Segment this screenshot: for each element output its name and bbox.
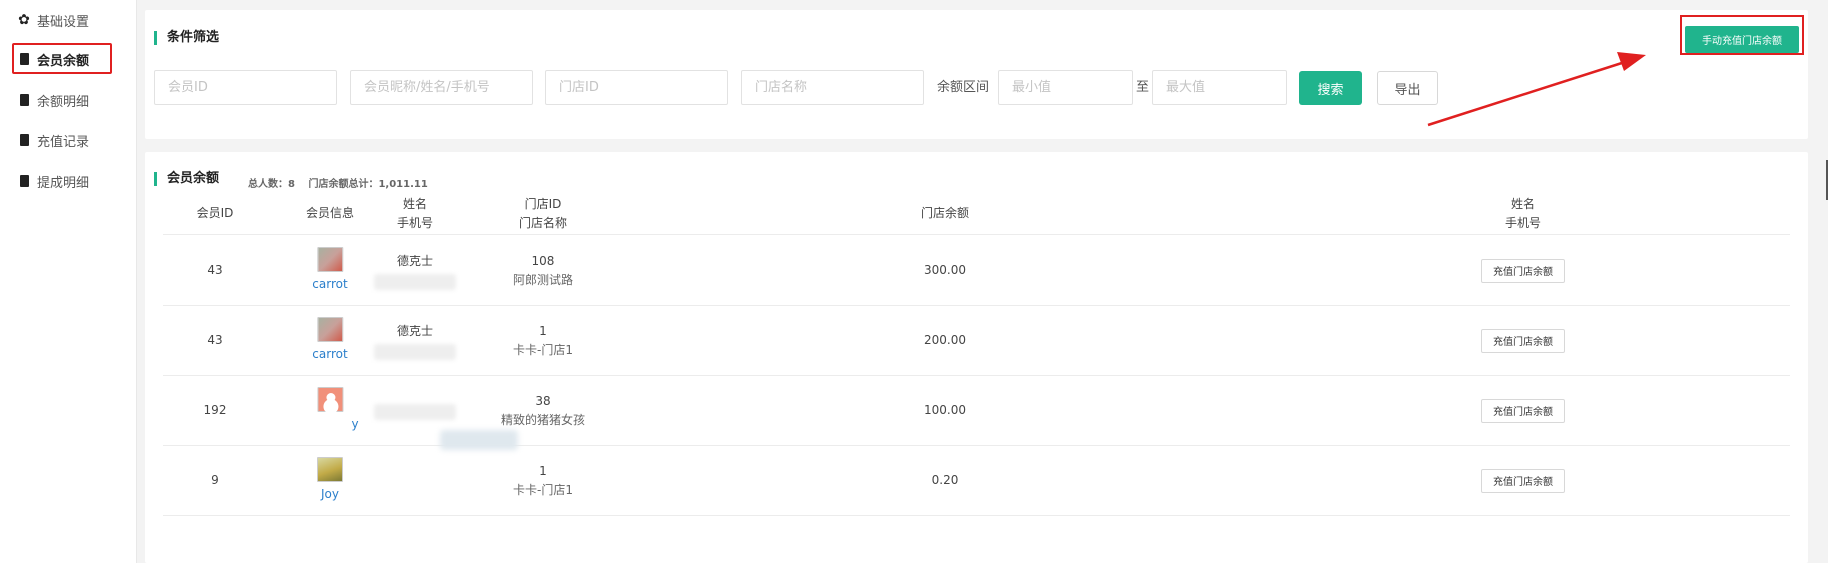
username-link[interactable]: Joy [321,485,339,504]
member-info-cell: Joy [317,446,343,515]
username-link[interactable]: carrot [312,275,347,294]
store-id-input[interactable] [545,70,728,105]
col-action: 姓名 手机号 [1504,196,1542,230]
table-row: 9 Joy 1 卡卡-门店1 0.20 充值门店余额 [163,446,1790,516]
table-header: 会员ID 会员信息 姓名 手机号 门店ID 门店名称 门店余额 姓名 手机号 [163,192,1790,235]
member-id-input[interactable] [154,70,337,105]
store-cell: 1 卡卡-门店1 [513,306,573,375]
sidebar-item-basic-settings[interactable]: ✿ 基础设置 [0,2,137,38]
balance-cell: 0.20 [931,473,959,487]
recharge-store-balance-button[interactable]: 充值门店余额 [1481,328,1565,353]
action-cell: 充值门店余额 [1481,236,1565,305]
action-cell: 充值门店余额 [1481,306,1565,375]
recharge-store-balance-button[interactable]: 充值门店余额 [1481,468,1565,493]
store-name: 卡卡-门店1 [513,482,573,497]
store-cell: 1 卡卡-门店1 [513,446,573,515]
list-title: 会员余额 [154,172,219,186]
col-store-balance: 门店余额 [920,206,970,220]
store-cell: 108 阿郎测试路 [513,236,573,305]
username-link[interactable]: carrot [312,345,347,364]
action-cell: 充值门店余额 [1481,376,1565,445]
sidebar-item-label: 会员余额 [37,53,90,69]
total-balance: 门店余额总计：1,011.11 [308,179,428,190]
filter-title: 条件筛选 [154,31,219,45]
sidebar-item-member-balance[interactable]: 会员余额 [0,41,137,77]
avatar [316,387,343,412]
name-phone-cell: 德克士 [374,306,456,375]
sidebar-item-label: 充值记录 [37,134,90,150]
store-name-input[interactable] [741,70,924,105]
store-name: 阿郎测试路 [512,272,574,287]
col-member-info: 会员信息 [305,206,355,220]
clipboard-icon [18,174,30,188]
filter-panel: 条件筛选 余额区间 至 搜索 导出 手动充值门店余额 [145,10,1808,139]
store-id: 1 [539,463,547,478]
total-count: 总人数：8 [248,179,295,190]
min-balance-input[interactable] [998,70,1133,105]
member-id-cell: 43 [207,263,223,277]
clipboard-icon [18,133,30,147]
member-name-input[interactable] [350,70,533,105]
sidebar-item-label: 余额明细 [37,94,90,110]
balance-cell: 100.00 [924,403,966,417]
search-button[interactable]: 搜索 [1299,71,1362,105]
store-id: 38 [535,393,551,408]
balance-cell: 200.00 [924,333,966,347]
avatar [317,457,343,482]
sidebar-item-recharge-records[interactable]: 充值记录 [0,122,137,158]
action-cell: 充值门店余额 [1481,446,1565,515]
member-id-cell: 43 [207,333,223,347]
clipboard-icon [18,93,30,107]
store-id: 108 [531,253,555,268]
member-info-cell: carrot [312,306,348,375]
clipboard-icon [18,52,30,66]
max-balance-input[interactable] [1152,70,1287,105]
range-separator: 至 [1136,80,1150,95]
redacted-phone [374,404,456,420]
avatar [316,317,343,342]
gear-icon: ✿ [18,12,30,28]
col-store: 门店ID 门店名称 [518,196,568,230]
sidebar: ✿ 基础设置 会员余额 余额明细 充值记录 提成明细 [0,0,137,563]
balance-cell: 300.00 [924,263,966,277]
store-name: 卡卡-门店1 [513,342,573,357]
recharge-store-balance-button[interactable]: 充值门店余额 [1481,398,1565,423]
table-row: 43 carrot 德克士 108 阿郎测试路 300.00 充值门店余额 [163,236,1790,306]
sidebar-item-balance-detail[interactable]: 余额明细 [0,82,137,118]
member-balance-panel: 会员余额 总人数：8 门店余额总计：1,011.11 会员ID 会员信息 姓名手… [145,152,1808,563]
redacted-phone [374,273,456,290]
recharge-store-balance-button[interactable]: 充值门店余额 [1481,258,1565,283]
member-id-cell: 192 [203,403,227,417]
col-member-id: 会员ID [196,206,234,220]
sidebar-item-label: 基础设置 [37,14,90,30]
member-info-cell: y [301,376,359,445]
balance-range-label: 余额区间 [937,80,990,95]
username-link[interactable]: y [301,415,358,434]
avatar [316,247,343,272]
manual-recharge-button[interactable]: 手动充值门店余额 [1685,26,1799,53]
store-id: 1 [539,323,547,338]
store-cell: 38 精致的猪猪女孩 [501,376,585,445]
col-name-phone: 姓名 手机号 [396,196,434,230]
redacted-phone [374,343,456,360]
summary-stats: 总人数：8 门店余额总计：1,011.11 [248,175,438,190]
name-phone-cell: 德克士 [374,236,456,305]
member-name: 德克士 [396,323,433,338]
table-row: 192 y 38 精致的猪猪女孩 100.00 充值门店余额 [163,376,1790,450]
member-name: 德克士 [396,253,433,268]
sidebar-item-commission-detail[interactable]: 提成明细 [0,163,137,199]
member-info-cell: carrot [312,236,348,305]
table-row: 43 carrot 德克士 1 卡卡-门店1 200.00 充值门店余额 [163,306,1790,376]
export-button[interactable]: 导出 [1377,71,1438,105]
store-name: 精致的猪猪女孩 [500,412,586,427]
member-id-cell: 9 [211,473,219,487]
name-phone-cell [374,376,456,445]
sidebar-item-label: 提成明细 [37,175,90,191]
